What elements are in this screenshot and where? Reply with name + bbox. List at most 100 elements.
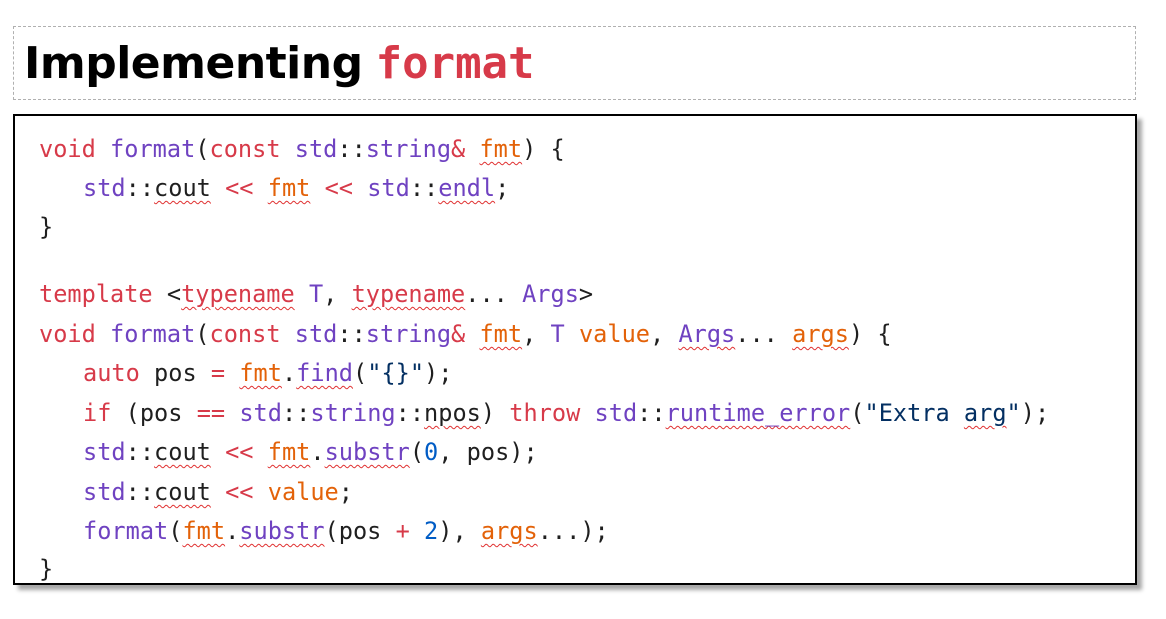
code-token: } (39, 213, 54, 241)
code-token: ( (195, 135, 210, 163)
code-token: endl (438, 174, 496, 202)
code-token: if (83, 399, 112, 427)
code-line-3: } (39, 212, 53, 242)
code-token: ) (480, 399, 496, 427)
code-token: const (209, 320, 281, 348)
code-token: string (365, 135, 452, 163)
code-token: :: (637, 399, 666, 427)
code-token: Args (522, 280, 579, 308)
code-token: format (110, 320, 196, 348)
code-token: " (1006, 399, 1021, 427)
code-token: (pos (324, 517, 382, 545)
code-token: . (281, 359, 297, 387)
code-token: cout (154, 478, 211, 506)
code-token: :: (409, 174, 439, 202)
code-token: "Extra (864, 399, 964, 427)
code-token: = (210, 359, 226, 387)
code-token: fmt (182, 517, 226, 545)
code-token: string (310, 399, 396, 427)
code-token: std (294, 135, 338, 163)
code-token: ) { (522, 135, 565, 163)
code-token: Args (678, 320, 736, 348)
code-token: auto (83, 359, 140, 387)
code-token: pos (154, 359, 197, 387)
code-token: T (550, 320, 565, 348)
code-token: , pos); (438, 438, 538, 466)
code-token: . (225, 517, 240, 545)
code-token: :: (125, 478, 155, 506)
code-token: ), (438, 517, 467, 545)
code-token: + (395, 517, 410, 545)
code-token: arg (963, 399, 1007, 427)
code-token: ); (424, 359, 453, 387)
code-token: runtime_error (665, 399, 851, 427)
code-token: (pos (125, 399, 183, 427)
code-block: void format(const std::string& fmt) { st… (13, 114, 1137, 585)
code-token: args (792, 320, 849, 348)
code-token: format (110, 135, 196, 163)
code-token: } (39, 555, 54, 583)
code-token: ( (850, 399, 865, 427)
code-token: ( (195, 320, 210, 348)
code-line-5: template <typename T, typename... Args> (39, 279, 593, 309)
code-token: fmt (267, 438, 311, 466)
code-token: ... (735, 320, 778, 348)
code-token: fmt (267, 174, 311, 202)
code-token: ... (465, 280, 508, 308)
code-token: fmt (239, 359, 282, 387)
code-token: , (522, 320, 537, 348)
code-token: . (310, 438, 325, 466)
code-token: & (451, 320, 466, 348)
code-token: substr (324, 438, 410, 466)
code-token: value (578, 320, 650, 348)
code-token: < (166, 280, 182, 308)
code-token: string (365, 320, 452, 348)
code-token: :: (125, 174, 155, 202)
code-token: value (267, 478, 339, 506)
code-token: :: (281, 399, 311, 427)
code-line-9: std::cout << fmt.substr(0, pos); (39, 437, 538, 467)
code-token: 0 (424, 438, 439, 466)
code-line-2: std::cout << fmt << std::endl; (39, 173, 509, 203)
code-token: typename (351, 280, 466, 308)
code-token: ( (409, 438, 425, 466)
code-line-6: void format(const std::string& fmt, T va… (39, 319, 892, 349)
code-token: std (83, 438, 126, 466)
code-token: :: (125, 438, 155, 466)
code-token: find (296, 359, 353, 387)
code-token: , (650, 320, 665, 348)
code-token: T (308, 280, 324, 308)
code-token: std (239, 399, 282, 427)
code-token: << (225, 438, 254, 466)
code-line-7: auto pos = fmt.find("{}"); (39, 358, 452, 388)
code-token: fmt (479, 320, 523, 348)
code-token: << (225, 174, 254, 202)
code-token: npos (424, 399, 481, 427)
code-token: format (83, 517, 169, 545)
code-token: :: (337, 320, 366, 348)
code-token: typename (181, 280, 295, 308)
slide-title-code: format (375, 37, 535, 89)
code-token: ( (353, 359, 368, 387)
code-token: cout (154, 174, 211, 202)
code-line-1: void format(const std::string& fmt) { (39, 134, 565, 164)
code-token: "{}" (367, 359, 425, 387)
code-token: == (196, 399, 226, 427)
code-line-10: std::cout << value; (39, 477, 353, 507)
code-token: fmt (479, 135, 523, 163)
code-token: std (83, 174, 126, 202)
code-token: ; (495, 174, 510, 202)
code-token: ; (338, 478, 353, 506)
code-token: std (294, 320, 338, 348)
slide-title: Implementing (24, 37, 363, 89)
code-token: :: (395, 399, 425, 427)
code-token: args (480, 517, 538, 545)
code-token: ...); (537, 517, 609, 545)
code-token: std (83, 478, 126, 506)
slide-title-box: Implementing format (13, 26, 1136, 100)
code-token: > (578, 280, 594, 308)
code-token: const (209, 135, 281, 163)
code-token: substr (239, 517, 325, 545)
code-token: 2 (424, 517, 439, 545)
code-token: std (594, 399, 638, 427)
